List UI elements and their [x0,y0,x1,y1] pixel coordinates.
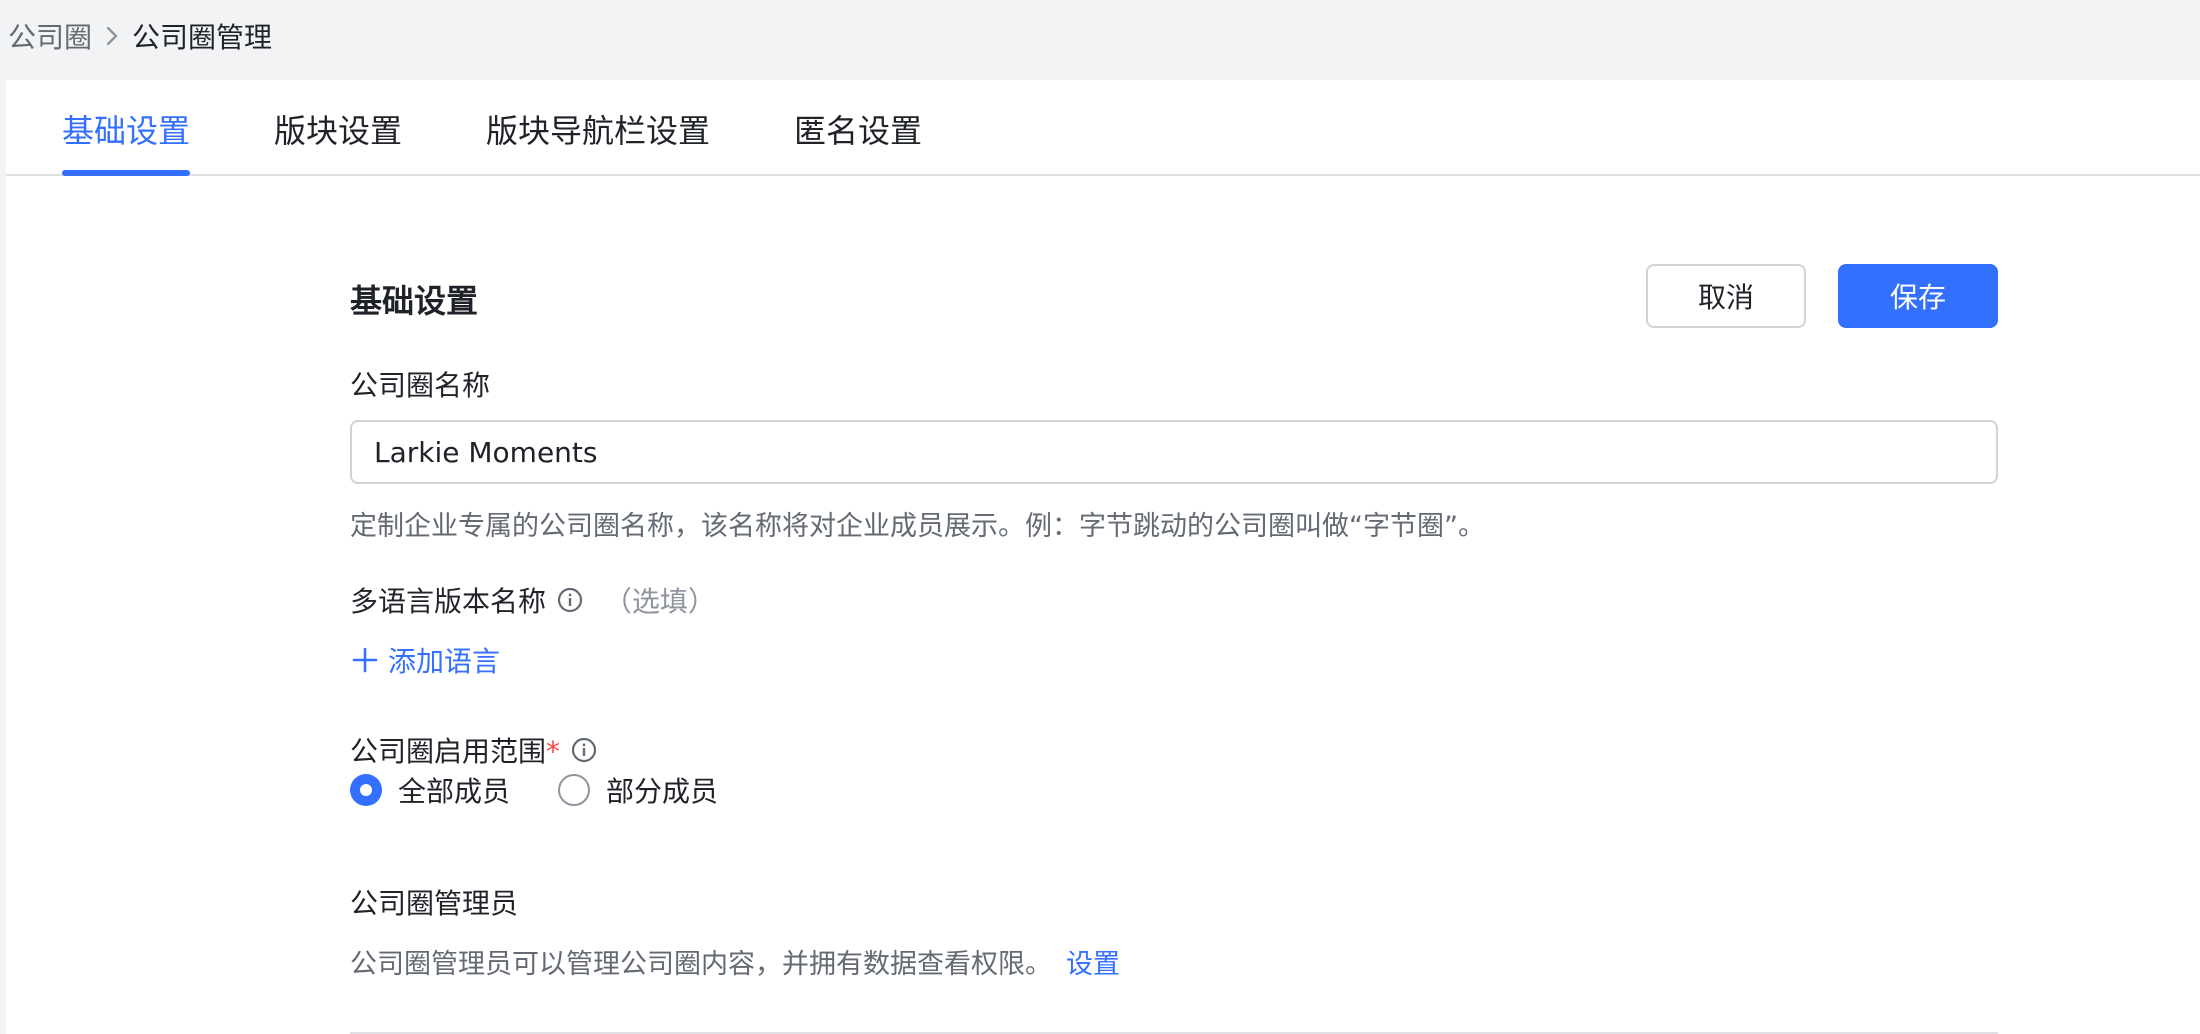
info-icon[interactable] [569,735,599,772]
breadcrumb-parent-link[interactable]: 公司圈 [8,16,92,56]
admins-hint: 公司圈管理员可以管理公司圈内容，并拥有数据查看权限。 [350,949,1052,980]
name-field-label: 公司圈名称 [350,369,491,402]
radio-unchecked-icon [558,774,590,806]
active-tab-indicator [62,170,190,176]
main-panel: 基础设置 版块设置 版块导航栏设置 匿名设置 基础设置 取消 保存 公司圈名称 … [6,80,2200,1034]
breadcrumb: 公司圈 公司圈管理 [8,16,272,56]
scope-label-row: 公司圈启用范围* [350,730,599,772]
name-field-hint: 定制企业专属的公司圈名称，该名称将对企业成员展示。例：字节跳动的公司圈叫做“字节… [350,511,1485,542]
tab-basic-settings[interactable]: 基础设置 [62,106,190,152]
add-language-label: 添加语言 [388,645,501,678]
tab-section-settings[interactable]: 版块设置 [274,106,402,152]
tab-anonymous-settings[interactable]: 匿名设置 [794,106,922,152]
required-mark: * [546,735,561,768]
admins-settings-link[interactable]: 设置 [1066,949,1120,980]
admins-label: 公司圈管理员 [350,887,519,920]
radio-some-members[interactable]: 部分成员 [558,770,718,810]
add-language-button[interactable]: 添加语言 [350,640,500,680]
info-icon[interactable] [555,585,585,622]
scope-label: 公司圈启用范围 [350,735,547,768]
moments-name-input[interactable] [350,420,1998,484]
tab-bar: 基础设置 版块设置 版块导航栏设置 匿名设置 [6,80,2200,176]
tab-section-nav-settings[interactable]: 版块导航栏设置 [486,106,710,152]
cancel-button[interactable]: 取消 [1646,264,1806,328]
multilang-label-row: 多语言版本名称 （选填） [350,580,716,622]
radio-all-members[interactable]: 全部成员 [350,770,510,810]
section-title: 基础设置 [350,282,479,320]
radio-some-members-label: 部分成员 [606,775,719,808]
admins-hint-row: 公司圈管理员可以管理公司圈内容，并拥有数据查看权限。 设置 [350,942,1120,981]
breadcrumb-current: 公司圈管理 [132,21,273,54]
multilang-label: 多语言版本名称 [350,585,547,618]
save-button[interactable]: 保存 [1838,264,1998,328]
optional-tag: （选填） [603,585,716,618]
chevron-right-icon [92,22,132,50]
radio-checked-icon [350,774,382,806]
radio-all-members-label: 全部成员 [398,775,511,808]
plus-icon [352,647,378,673]
